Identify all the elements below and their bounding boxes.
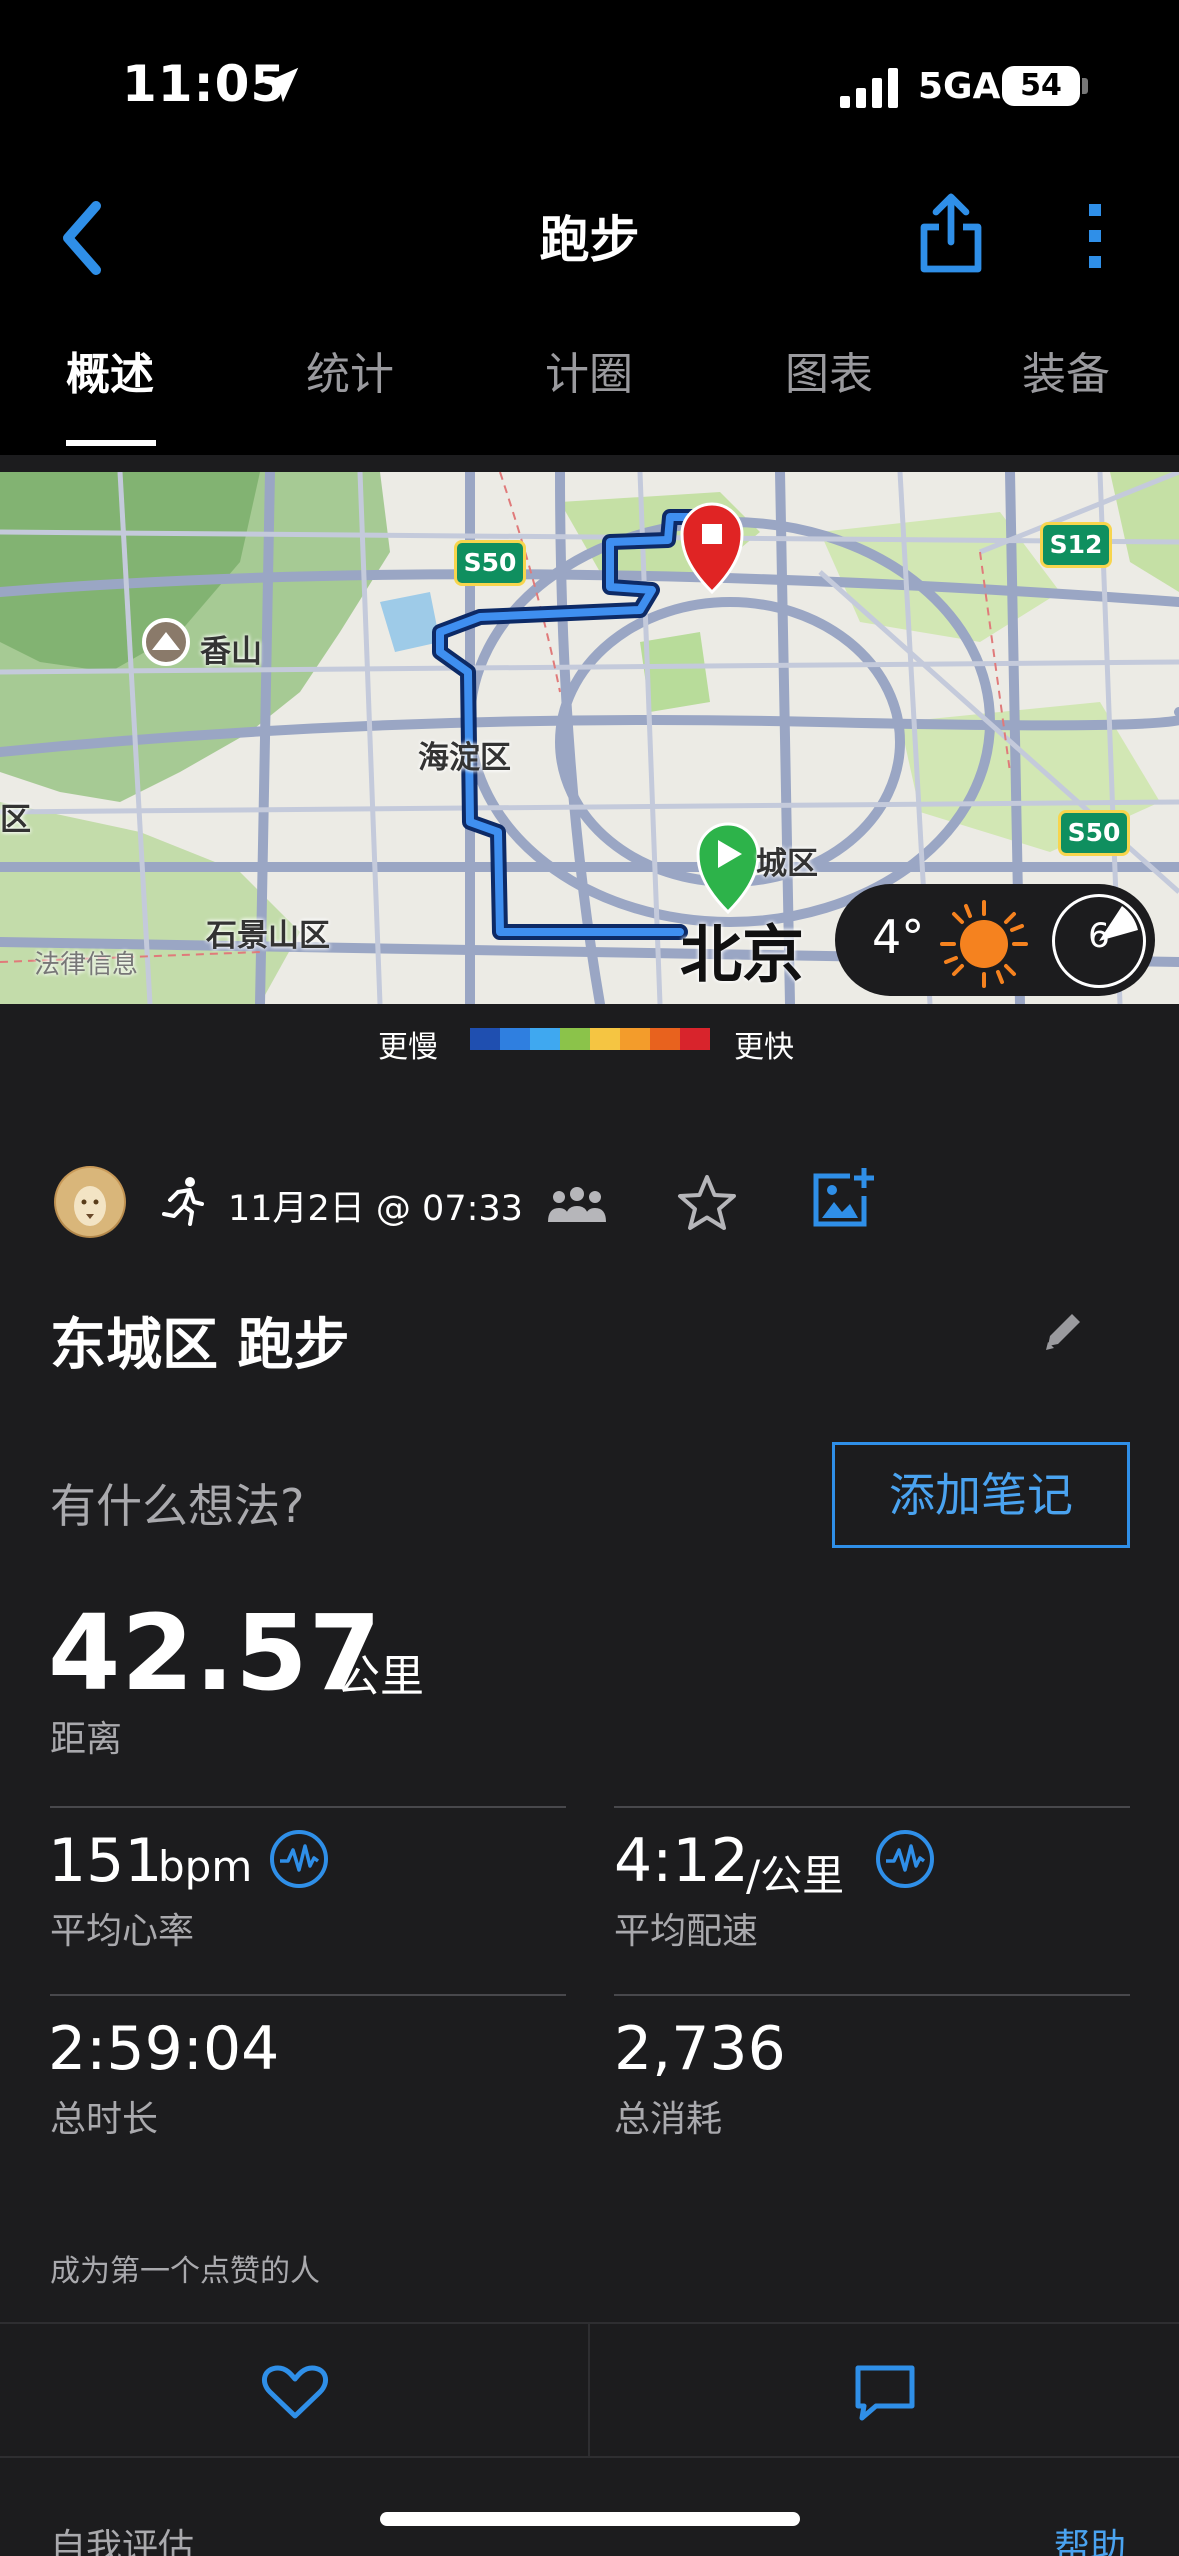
map-label-shijingshan: 石景山区: [206, 918, 330, 954]
avatar[interactable]: [54, 1166, 126, 1238]
action-divider: [588, 2322, 590, 2458]
tab-laps[interactable]: 计圈: [545, 338, 633, 402]
add-photo-icon[interactable]: [810, 1166, 876, 1232]
highway-s12-badge: S12: [1040, 522, 1112, 568]
battery-nub: [1082, 78, 1088, 94]
battery-icon: 54: [1002, 66, 1080, 106]
running-icon: [162, 1177, 204, 1226]
duration-label: 总时长: [50, 2099, 159, 2140]
tab-charts[interactable]: 图表: [785, 338, 873, 402]
stat-divider: [50, 1994, 566, 1996]
heart-icon[interactable]: [260, 2362, 330, 2422]
pace-chart-icon[interactable]: [874, 1828, 936, 1890]
likes-prompt: 成为第一个点赞的人: [50, 2254, 320, 2289]
tab-gear[interactable]: 装备: [1022, 338, 1110, 402]
lion-avatar-image: [56, 1168, 124, 1236]
network-type: 5GA: [918, 66, 1001, 107]
pace-value: 4:12: [614, 1826, 749, 1896]
location-arrow-icon: [263, 67, 299, 103]
home-indicator[interactable]: [380, 2512, 800, 2526]
tab-bar: 概述 统计 计圈 图表 装备: [0, 338, 1179, 428]
calories-label: 总消耗: [614, 2099, 723, 2140]
highway-s50-badge: S50: [454, 540, 526, 586]
activity-date: 11月2日 @ 07:33: [228, 1189, 523, 1229]
map-label-beijing: 北京: [680, 918, 805, 991]
pace-color-scale: [470, 1028, 710, 1050]
legend-slower-label: 更慢: [378, 1030, 438, 1065]
thoughts-prompt[interactable]: 有什么想法?: [50, 1470, 304, 1536]
page-title: 跑步: [539, 211, 640, 269]
comment-icon[interactable]: [850, 2360, 920, 2426]
pace-unit: /公里: [746, 1851, 845, 1900]
heart-rate-label: 平均心率: [50, 1911, 195, 1952]
share-icon[interactable]: [918, 190, 984, 276]
sun-icon: [940, 900, 1028, 988]
header: 跑步 概述 统计 计圈 图表 装备: [0, 170, 1179, 455]
stat-divider: [614, 1994, 1130, 1996]
map-label-district-edge: 区: [0, 802, 31, 838]
more-vertical-icon[interactable]: [1075, 198, 1115, 274]
group-icon[interactable]: [546, 1184, 608, 1224]
distance-value: 42.57: [48, 1592, 382, 1714]
heart-rate-value: 151: [48, 1826, 163, 1896]
tab-active-indicator: [66, 440, 156, 446]
calories-value: 2,736: [614, 2014, 786, 2084]
map-label-xiangshan: 香山: [200, 634, 262, 670]
stat-divider: [50, 1806, 566, 1808]
duration-value: 2:59:04: [48, 2014, 280, 2084]
map-legal-link[interactable]: 法律信息: [34, 944, 138, 981]
star-icon[interactable]: [676, 1172, 738, 1234]
distance-label: 距离: [50, 1719, 123, 1760]
activity-title: 东城区 跑步: [50, 1313, 350, 1378]
highway-s50-right-badge: S50: [1058, 810, 1130, 856]
status-bar: 11:05 5GA 54: [0, 0, 1179, 170]
signal-icon: [840, 68, 898, 108]
heart-rate-unit: bpm: [158, 1842, 253, 1891]
help-link[interactable]: 帮助: [1054, 2518, 1126, 2556]
add-note-button[interactable]: 添加笔记: [832, 1442, 1130, 1548]
map-label-haidian: 海淀区: [418, 740, 511, 776]
wind-speed: 6: [1088, 916, 1110, 956]
weather-temperature: 4°: [872, 910, 925, 964]
pace-label: 平均配速: [614, 1911, 759, 1952]
legend-faster-label: 更快: [734, 1030, 794, 1065]
self-evaluation-heading: 自我评估: [50, 2527, 195, 2556]
map-label-dongcheng: 城区: [756, 846, 818, 882]
tab-overview[interactable]: 概述: [66, 338, 154, 402]
stat-divider: [614, 1806, 1130, 1808]
distance-unit: 公里: [336, 1651, 424, 1702]
edit-pencil-icon[interactable]: [1040, 1306, 1088, 1354]
heart-rate-chart-icon[interactable]: [268, 1828, 330, 1890]
tab-stats[interactable]: 统计: [306, 338, 394, 402]
